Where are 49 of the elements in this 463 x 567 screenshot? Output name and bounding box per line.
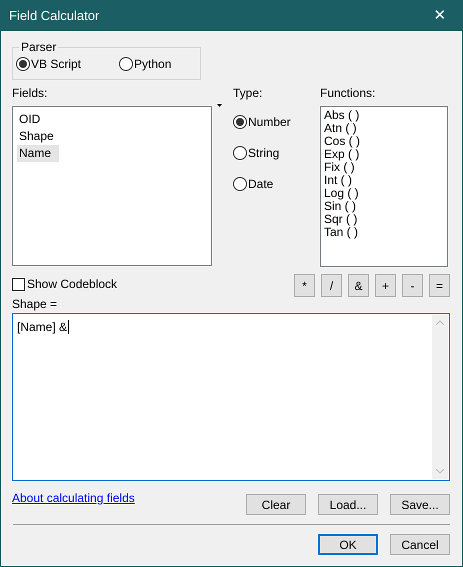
show-codeblock-checkbox[interactable] (12, 278, 25, 290)
fields-list[interactable]: OID Shape Name (12, 106, 212, 266)
type-label: Type: (233, 87, 264, 100)
function-item[interactable]: Sin ( ) (324, 200, 356, 213)
operator-button[interactable]: = (429, 274, 450, 297)
type-label: Date (248, 176, 274, 193)
parser-radio[interactable] (119, 57, 134, 71)
show-codeblock-label: Show Codeblock (27, 276, 118, 293)
dropdown-arrow-icon[interactable] (217, 104, 222, 107)
parser-label: Python (134, 56, 172, 73)
operator-button[interactable]: / (321, 274, 342, 297)
function-item[interactable]: Tan ( ) (324, 226, 358, 239)
parser-label: VB Script (31, 56, 82, 73)
function-item[interactable]: Cos ( ) (324, 135, 360, 148)
function-item[interactable]: Sqr ( ) (324, 213, 358, 226)
functions-list[interactable]: Abs ( ) Atn ( ) Cos ( ) Exp ( ) Fix ( ) Int ( ) Log ( ) Sin ( ) Sqr ( ) Tan ( ) (320, 106, 448, 267)
field-item[interactable]: Shape (17, 128, 62, 145)
function-item[interactable]: Abs ( ) (324, 109, 360, 122)
function-item[interactable]: Exp ( ) (324, 148, 360, 161)
close-button[interactable]: ✕ (418, 1, 462, 31)
function-item[interactable]: Log ( ) (324, 187, 359, 200)
file-button[interactable]: Clear (246, 494, 306, 515)
function-item[interactable]: Fix ( ) (324, 161, 355, 174)
expression-field[interactable]: [Name] & (12, 313, 450, 481)
field-item[interactable]: Name (17, 145, 60, 162)
type-radio[interactable] (233, 177, 247, 191)
function-item[interactable]: Int ( ) (324, 174, 352, 187)
file-button[interactable]: Save... (390, 494, 450, 515)
fields-label: Fields: (12, 87, 48, 100)
window-title: Field Calculator (9, 7, 100, 26)
help-link[interactable]: About calculating fields (12, 489, 135, 503)
operator-button[interactable]: - (402, 274, 423, 297)
ok-button[interactable]: OK (318, 534, 378, 555)
group-label: Parser (20, 41, 58, 54)
type-radio[interactable] (233, 146, 247, 160)
expression-text: [Name] & (17, 320, 70, 334)
cancel-button[interactable]: Cancel (390, 534, 450, 555)
type-label: String (248, 145, 280, 162)
file-button[interactable]: Load... (318, 494, 378, 515)
functions-label: Functions: (320, 87, 376, 100)
function-item[interactable]: Atn ( ) (324, 122, 357, 135)
type-label: Number (248, 114, 291, 131)
operator-button[interactable]: * (294, 274, 315, 297)
operator-button[interactable]: + (375, 274, 396, 297)
expression-label: Shape = (12, 298, 58, 311)
parser-radio[interactable] (16, 57, 30, 71)
operator-button[interactable]: & (348, 274, 369, 297)
type-radio[interactable] (233, 115, 247, 129)
field-item[interactable]: OID (17, 111, 48, 128)
